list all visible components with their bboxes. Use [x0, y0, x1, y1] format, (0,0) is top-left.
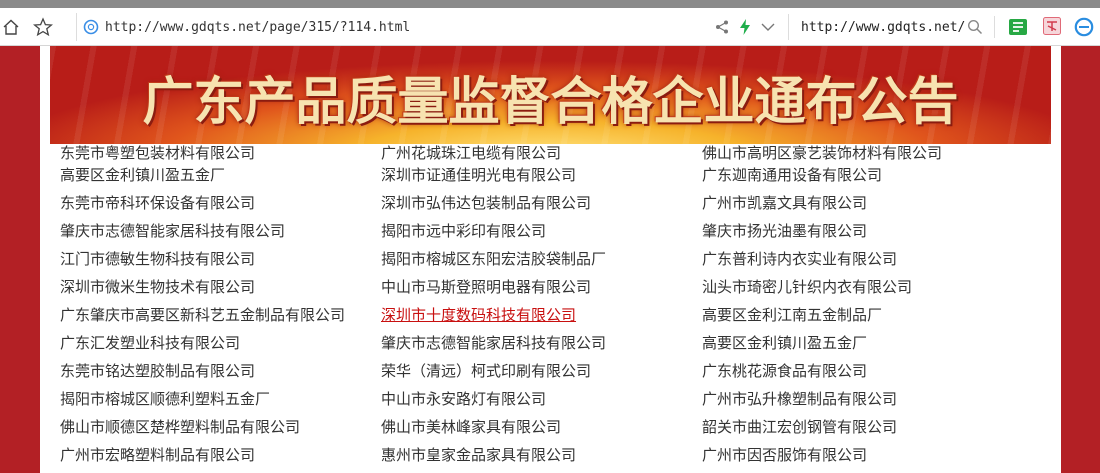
company-link[interactable]: 肇庆市志德智能家居科技有限公司: [381, 333, 701, 361]
company-link[interactable]: 荣华（清远）柯式印刷有限公司: [381, 361, 701, 389]
company-link[interactable]: 广州市因否服饰有限公司: [702, 445, 1042, 473]
star-icon[interactable]: [30, 8, 56, 46]
company-link[interactable]: 深圳市微米生物技术有限公司: [60, 277, 380, 305]
bookmark-extension-icon[interactable]: [1008, 17, 1028, 37]
company-link[interactable]: 惠州市皇家金品家具有限公司: [381, 445, 701, 473]
company-link[interactable]: 江门市德敏生物科技有限公司: [60, 249, 380, 277]
company-link[interactable]: 广州市弘升橡塑制品有限公司: [702, 389, 1042, 417]
company-column-2: 广州花城珠江电缆有限公司 深圳市证通佳明光电有限公司 深圳市弘伟达包装制品有限公…: [381, 143, 701, 473]
company-link[interactable]: 汕头市琦密儿针织内衣有限公司: [702, 277, 1042, 305]
company-link[interactable]: 佛山市顺德区楚桦塑料制品有限公司: [60, 417, 380, 445]
company-link[interactable]: 广东普利诗内衣实业有限公司: [702, 249, 1042, 277]
company-link[interactable]: 揭阳市远中彩印有限公司: [381, 221, 701, 249]
company-link[interactable]: 高要区金利江南五金制品厂: [702, 305, 1042, 333]
browser-toolbar: http://www.gdqts.net/page/315/?114.html …: [0, 8, 1100, 46]
translate-extension-icon[interactable]: [1043, 17, 1061, 35]
company-link[interactable]: 中山市永安路灯有限公司: [381, 389, 701, 417]
company-link[interactable]: 广州市凯嘉文具有限公司: [702, 193, 1042, 221]
toolbar-divider: [994, 16, 995, 38]
company-column-1: 东莞市粤塑包装材料有限公司 高要区金利镇川盈五金厂 东莞市帝科环保设备有限公司 …: [60, 143, 380, 473]
company-link[interactable]: 中山市马斯登照明电器有限公司: [381, 277, 701, 305]
search-input[interactable]: http://www.gdqts.net/: [801, 20, 965, 35]
company-link[interactable]: 东莞市铭达塑胶制品有限公司: [60, 361, 380, 389]
address-bar[interactable]: http://www.gdqts.net/page/315/?114.html: [76, 13, 786, 41]
company-link[interactable]: 东莞市帝科环保设备有限公司: [60, 193, 380, 221]
company-link[interactable]: 深圳市证通佳明光电有限公司: [381, 165, 701, 193]
chevron-down-icon[interactable]: [760, 8, 776, 46]
globe-icon: [83, 19, 99, 35]
browser-extension-icon[interactable]: [1074, 17, 1094, 37]
home-icon[interactable]: [0, 8, 22, 46]
company-link[interactable]: 广东桃花源食品有限公司: [702, 361, 1042, 389]
lightning-icon[interactable]: [738, 8, 752, 46]
header-banner: 广东产品质量监督合格企业通布公告: [50, 46, 1051, 144]
company-link[interactable]: 肇庆市志德智能家居科技有限公司: [60, 221, 380, 249]
address-url[interactable]: http://www.gdqts.net/page/315/?114.html: [105, 20, 410, 35]
company-link[interactable]: 佛山市高明区豪艺装饰材料有限公司: [702, 143, 1042, 165]
search-icon[interactable]: [967, 19, 983, 39]
company-link[interactable]: 佛山市美林峰家具有限公司: [381, 417, 701, 445]
company-link[interactable]: 深圳市弘伟达包装制品有限公司: [381, 193, 701, 221]
search-box[interactable]: http://www.gdqts.net/: [788, 14, 993, 40]
company-link[interactable]: 广州花城珠江电缆有限公司: [381, 143, 701, 165]
company-link[interactable]: 高要区金利镇川盈五金厂: [702, 333, 1042, 361]
share-icon[interactable]: [714, 8, 730, 46]
company-link[interactable]: 揭阳市榕城区顺德利塑料五金厂: [60, 389, 380, 417]
company-link[interactable]: 广东肇庆市高要区新科艺五金制品有限公司: [60, 305, 380, 333]
banner-title: 广东产品质量监督合格企业通布公告: [142, 72, 959, 132]
company-list: 东莞市粤塑包装材料有限公司 高要区金利镇川盈五金厂 东莞市帝科环保设备有限公司 …: [60, 143, 1060, 473]
company-link[interactable]: 高要区金利镇川盈五金厂: [60, 165, 380, 193]
company-link[interactable]: 广东汇发塑业科技有限公司: [60, 333, 380, 361]
company-link[interactable]: 东莞市粤塑包装材料有限公司: [60, 143, 380, 165]
company-column-3: 佛山市高明区豪艺装饰材料有限公司 广东迦南通用设备有限公司 广州市凯嘉文具有限公…: [702, 143, 1042, 473]
company-link-hovered[interactable]: 深圳市十度数码科技有限公司: [381, 305, 701, 333]
window-top-strip: [0, 0, 1100, 8]
company-link[interactable]: 揭阳市榕城区东阳宏洁胶袋制品厂: [381, 249, 701, 277]
company-link[interactable]: 广州市宏略塑料制品有限公司: [60, 445, 380, 473]
company-link[interactable]: 韶关市曲江宏创钢管有限公司: [702, 417, 1042, 445]
company-link[interactable]: 肇庆市扬光油墨有限公司: [702, 221, 1042, 249]
company-link[interactable]: 广东迦南通用设备有限公司: [702, 165, 1042, 193]
